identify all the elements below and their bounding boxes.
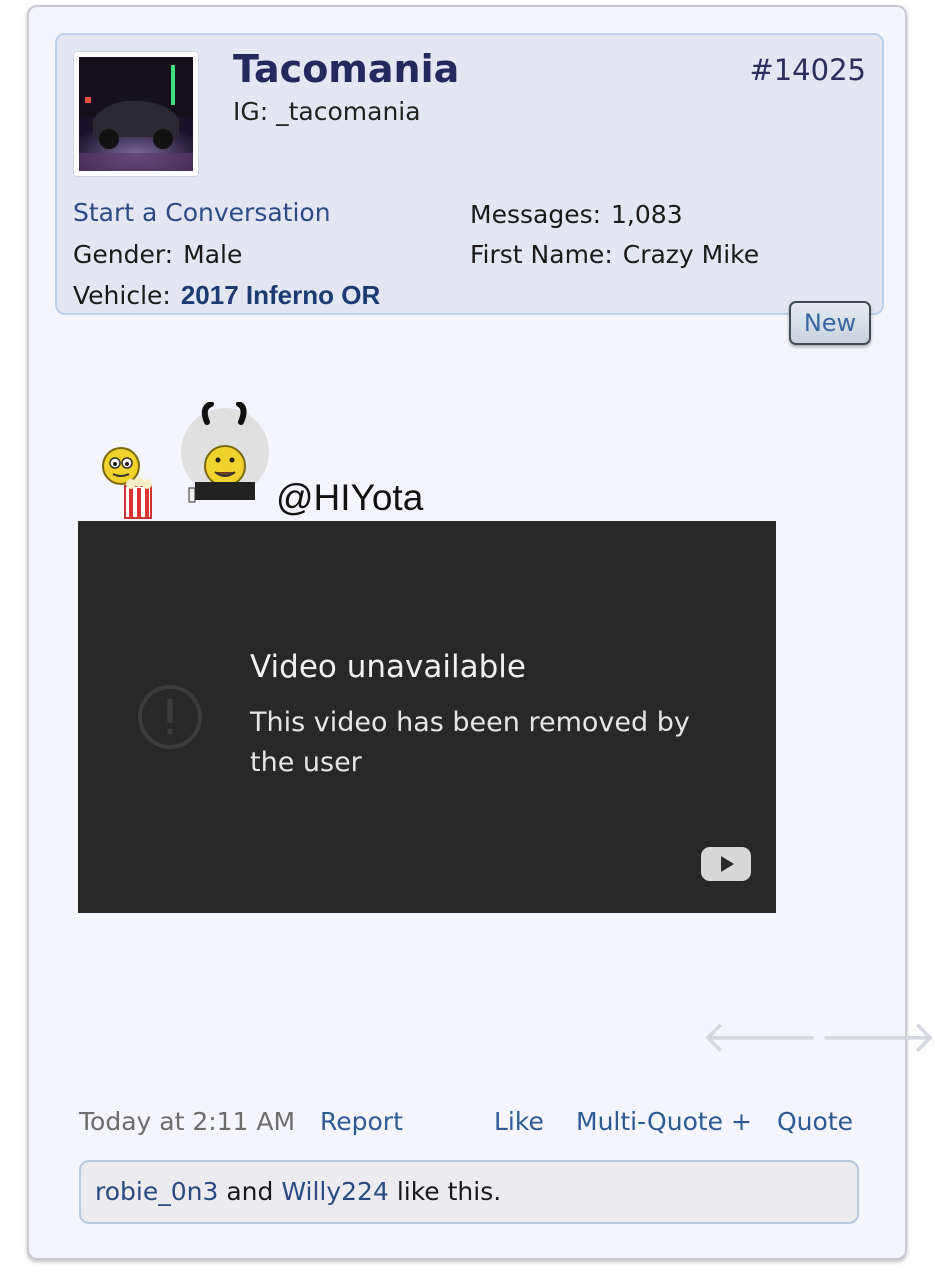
mad-scientist-smiley-icon bbox=[177, 401, 272, 516]
likes-summary: robie_0n3 and Willy224 like this. bbox=[79, 1160, 859, 1224]
arrow-left-icon[interactable]: 🡐 bbox=[701, 1009, 819, 1063]
likes-suffix-text: like this. bbox=[396, 1177, 502, 1206]
post-number[interactable]: #14025 bbox=[749, 53, 866, 87]
user-mention[interactable]: @HIYota bbox=[276, 477, 423, 519]
report-link[interactable]: Report bbox=[320, 1107, 403, 1136]
video-unavailable-title: Video unavailable bbox=[250, 649, 526, 685]
first-name-value: Crazy Mike bbox=[622, 240, 760, 269]
youtube-icon[interactable] bbox=[700, 846, 752, 882]
arrow-right-icon[interactable]: 🡒 bbox=[819, 1009, 935, 1063]
gender-value: Male bbox=[183, 240, 243, 269]
vehicle-label: Vehicle: bbox=[73, 281, 171, 310]
alert-icon bbox=[138, 685, 202, 749]
liker-link[interactable]: Willy224 bbox=[281, 1177, 389, 1206]
popcorn-smiley-icon bbox=[99, 442, 159, 526]
user-title: IG: _tacomania bbox=[233, 97, 421, 126]
like-link[interactable]: Like bbox=[494, 1107, 544, 1136]
messages-value: 1,083 bbox=[611, 200, 683, 229]
gender-row: Gender: Male bbox=[73, 240, 242, 269]
start-conversation-link[interactable]: Start a Conversation bbox=[73, 198, 331, 227]
video-removed-message: This video has been removed by the user bbox=[250, 707, 690, 778]
first-name-label: First Name: bbox=[470, 240, 613, 269]
video-embed[interactable]: Video unavailable This video has been re… bbox=[78, 521, 776, 913]
quote-link[interactable]: Quote bbox=[777, 1107, 853, 1136]
gender-label: Gender: bbox=[73, 240, 174, 269]
user-info-box: Tacomania IG: _tacomania #14025 Start a … bbox=[55, 33, 884, 315]
multi-quote-link[interactable]: Multi-Quote + bbox=[576, 1107, 752, 1136]
likes-and-text: and bbox=[226, 1177, 274, 1206]
new-badge[interactable]: New bbox=[789, 301, 871, 345]
vehicle-row: Vehicle: 2017 Inferno OR bbox=[73, 280, 380, 311]
messages-label: Messages: bbox=[470, 200, 602, 229]
avatar[interactable] bbox=[73, 51, 199, 177]
post-timestamp[interactable]: Today at 2:11 AM bbox=[79, 1107, 295, 1136]
vehicle-link[interactable]: 2017 Inferno OR bbox=[181, 280, 380, 310]
avatar-image bbox=[79, 57, 193, 171]
username[interactable]: Tacomania bbox=[233, 47, 459, 91]
messages-row: Messages: 1,083 bbox=[470, 200, 683, 229]
first-name-row: First Name: Crazy Mike bbox=[470, 240, 759, 269]
liker-link[interactable]: robie_0n3 bbox=[95, 1177, 218, 1206]
post-card: Tacomania IG: _tacomania #14025 Start a … bbox=[27, 5, 935, 1260]
